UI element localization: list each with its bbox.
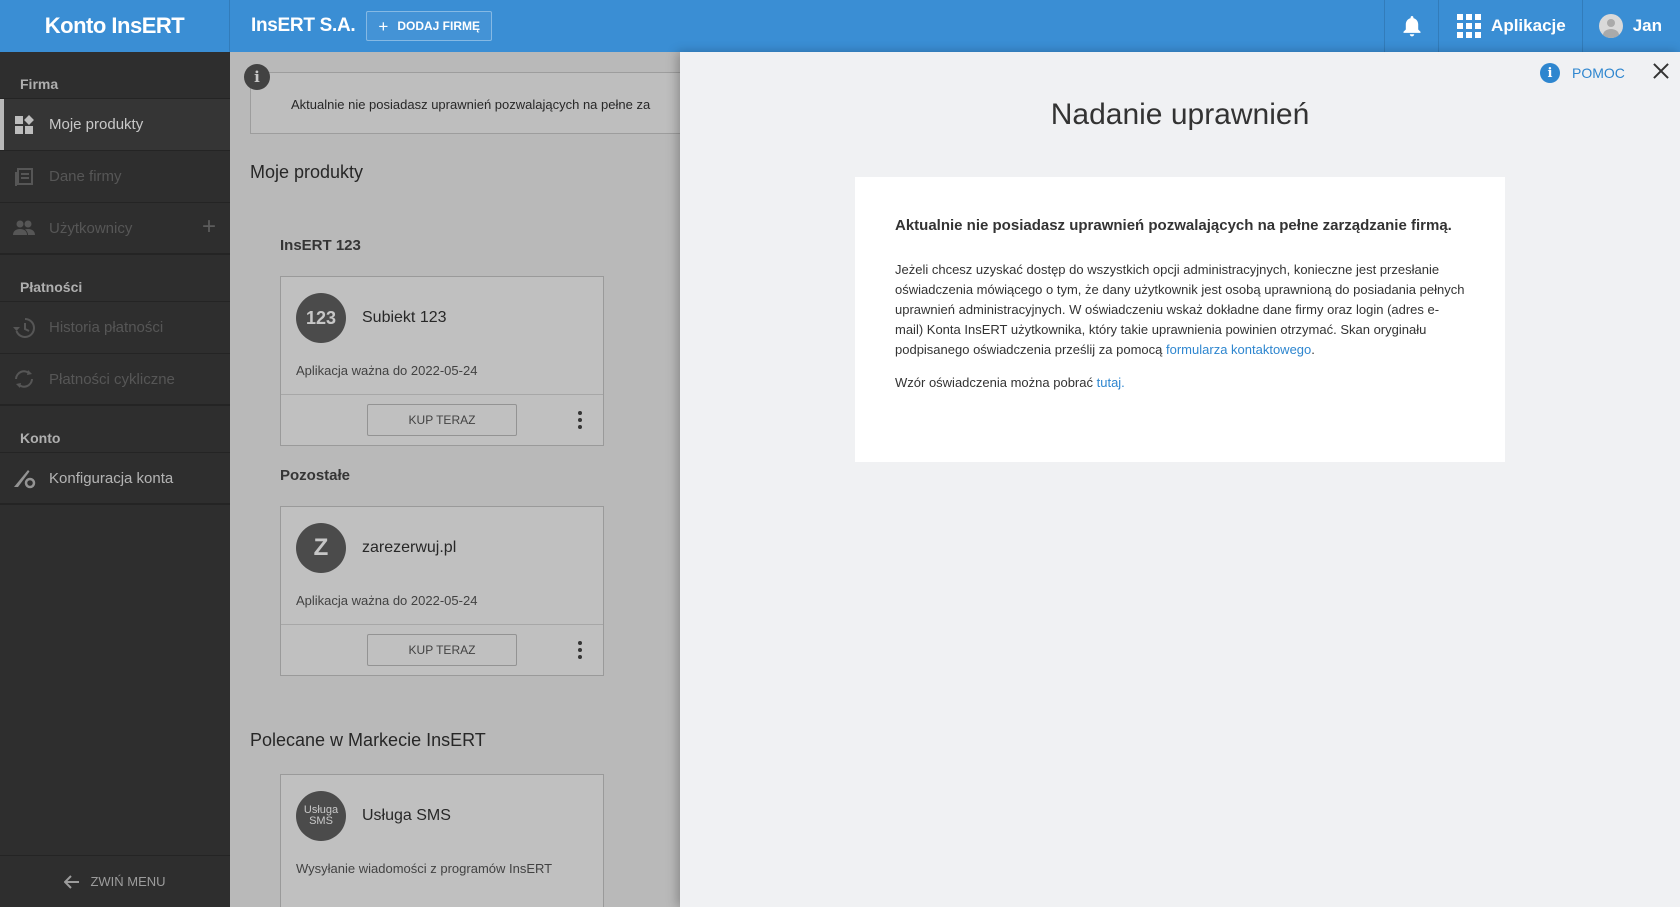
sidebar-section-account: Konto xyxy=(20,430,61,446)
sidebar-item-label: Użytkownicy xyxy=(49,219,133,237)
sidebar-item-label: Moje produkty xyxy=(49,116,144,133)
sidebar-item-users[interactable]: Użytkownicy + xyxy=(0,202,230,254)
product-description: Wysyłanie wiadomości z programów InsERT xyxy=(296,861,553,876)
info-icon: i xyxy=(1540,63,1560,83)
permissions-heading: Aktualnie nie posiadasz uprawnień pozwal… xyxy=(895,217,1452,234)
sidebar-section-firma: Firma xyxy=(20,76,59,92)
product-validity: Aplikacja ważna do 2022-05-24 xyxy=(296,363,478,378)
sidebar-item-label: Dane firmy xyxy=(49,168,122,185)
permissions-alert: Aktualnie nie posiadasz uprawnień pozwal… xyxy=(250,72,680,134)
product-badge: Usługa SMS xyxy=(296,791,346,841)
alert-text: Aktualnie nie posiadasz uprawnień pozwal… xyxy=(291,97,651,112)
product-card-zarezerwuj: Z zarezerwuj.pl Aplikacja ważna do 2022-… xyxy=(280,506,604,676)
help-label: POMOC xyxy=(1572,65,1625,81)
add-user-icon[interactable]: + xyxy=(202,215,216,239)
company-name[interactable]: InsERT S.A. xyxy=(251,15,356,37)
product-badge: 123 xyxy=(296,293,346,343)
bell-icon xyxy=(1403,16,1421,37)
group-heading-other: Pozostałe xyxy=(280,467,351,484)
collapse-menu-label: ZWIŃ MENU xyxy=(90,874,166,889)
recurring-icon xyxy=(12,367,36,391)
recommended-heading: Polecane w Markecie InsERT xyxy=(250,730,486,750)
apps-menu[interactable]: Aplikacje xyxy=(1438,0,1582,52)
user-name: Jan xyxy=(1632,16,1662,35)
products-icon xyxy=(12,113,36,137)
document-icon xyxy=(12,165,36,189)
permissions-footer: Wzór oświadczenia można pobrać tutaj. xyxy=(895,375,1125,390)
download-template-link[interactable]: tutaj. xyxy=(1097,375,1125,390)
sidebar: Firma Moje produkty Dane firmy Użytkowni… xyxy=(0,52,230,907)
close-icon[interactable] xyxy=(1650,60,1672,82)
sidebar-item-account-config[interactable]: Konfiguracja konta xyxy=(0,452,230,504)
user-menu[interactable]: Jan xyxy=(1581,0,1680,52)
add-company-button[interactable]: + DODAJ FIRMĘ xyxy=(366,11,492,41)
product-name[interactable]: Usługa SMS xyxy=(362,807,451,825)
buy-now-button[interactable]: KUP TERAZ xyxy=(367,634,517,666)
apps-grid-icon xyxy=(1457,14,1482,38)
product-card-sms: Usługa SMS Usługa SMS Wysyłanie wiadomośc… xyxy=(280,774,604,907)
permissions-info-card: Aktualnie nie posiadasz uprawnień pozwal… xyxy=(855,177,1505,462)
sidebar-item-company-data[interactable]: Dane firmy xyxy=(0,150,230,202)
info-icon: i xyxy=(244,64,270,90)
sidebar-item-payment-history[interactable]: Historia płatności xyxy=(0,301,230,353)
apps-label: Aplikacje xyxy=(1491,16,1566,35)
product-card-subiekt: 123 Subiekt 123 Aplikacja ważna do 2022-… xyxy=(280,276,604,446)
history-icon xyxy=(12,316,36,340)
arrow-left-icon xyxy=(64,874,80,889)
sidebar-section-payments: Płatności xyxy=(20,279,83,295)
top-bar: Konto InsERT InsERT S.A. + DODAJ FIRMĘ A… xyxy=(0,0,1680,52)
top-right-actions: Aplikacje Jan xyxy=(1384,0,1680,52)
more-options-icon[interactable] xyxy=(578,641,582,659)
sidebar-item-my-products[interactable]: Moje produkty xyxy=(0,98,230,150)
collapse-menu-button[interactable]: ZWIŃ MENU xyxy=(0,855,230,907)
group-heading-insert123: InsERT 123 xyxy=(280,237,361,254)
main-content: Aktualnie nie posiadasz uprawnień pozwal… xyxy=(230,52,680,907)
panel-title: Nadanie uprawnień xyxy=(1050,98,1310,131)
settings-icon xyxy=(12,466,36,490)
product-name[interactable]: zarezerwuj.pl xyxy=(362,539,456,557)
sidebar-item-label: Konfiguracja konta xyxy=(49,469,174,487)
plus-icon: + xyxy=(378,16,389,36)
product-validity: Aplikacja ważna do 2022-05-24 xyxy=(296,593,478,608)
sidebar-item-recurring-payments[interactable]: Płatności cykliczne xyxy=(0,353,230,405)
avatar xyxy=(1598,14,1623,38)
app-logo[interactable]: Konto InsERT xyxy=(0,0,230,52)
permissions-panel: i POMOC Nadanie uprawnień Aktualnie nie … xyxy=(680,52,1680,907)
product-name[interactable]: Subiekt 123 xyxy=(362,309,447,327)
permissions-body: Jeżeli chcesz uzyskać dostęp do wszystki… xyxy=(895,262,1465,357)
add-company-label: DODAJ FIRMĘ xyxy=(397,19,480,33)
notifications-button[interactable] xyxy=(1384,0,1438,52)
contact-form-link[interactable]: formularza kontaktowego xyxy=(1166,342,1311,357)
more-options-icon[interactable] xyxy=(578,411,582,429)
my-products-heading: Moje produkty xyxy=(250,162,364,182)
users-icon xyxy=(12,216,36,240)
sidebar-item-label: Płatności cykliczne xyxy=(49,370,175,388)
buy-now-button[interactable]: KUP TERAZ xyxy=(367,404,517,436)
product-badge: Z xyxy=(296,523,346,573)
sidebar-item-label: Historia płatności xyxy=(49,319,164,336)
help-link[interactable]: i POMOC xyxy=(1540,63,1625,83)
